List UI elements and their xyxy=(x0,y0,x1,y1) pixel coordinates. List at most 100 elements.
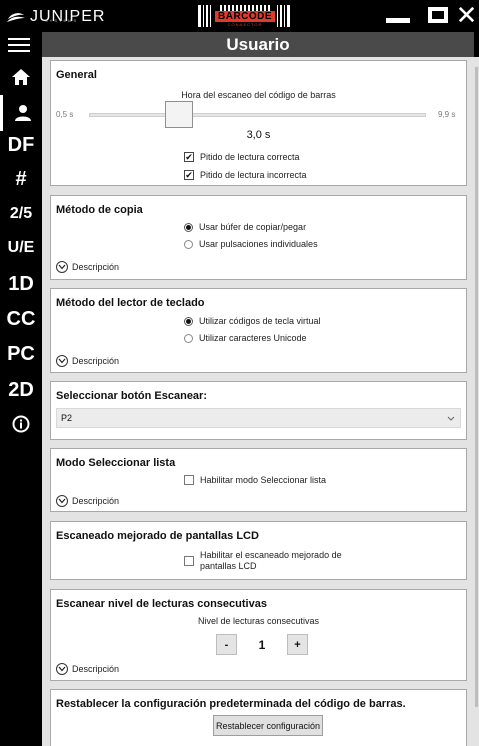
slider-max-label: 9,9 s xyxy=(438,110,456,119)
sidebar-item-2d[interactable]: 2D xyxy=(0,372,42,408)
virtual-key-label: Utilizar códigos de tecla virtual xyxy=(199,316,321,326)
info-icon xyxy=(12,415,30,433)
checkbox-unchecked-icon xyxy=(184,475,194,485)
title-bar: JUNIPER SYSTEMS BARCODE CONNECTOR ✕ xyxy=(0,0,479,32)
unicode-radio[interactable]: Utilizar caracteres Unicode xyxy=(184,333,307,343)
checkbox-checked-icon: ✔ xyxy=(184,169,194,180)
checkbox-unchecked-icon xyxy=(184,556,194,566)
sidebar-item-hash[interactable]: # xyxy=(0,161,42,197)
sidebar-item-info[interactable] xyxy=(0,406,42,442)
sidebar: DF # 2/5 U/E 1D CC PC 2D xyxy=(0,57,42,746)
menu-icon[interactable] xyxy=(8,38,30,52)
chevron-down-icon xyxy=(56,261,68,273)
radio-selected-icon xyxy=(184,316,193,326)
chevron-down-icon xyxy=(56,355,68,367)
sidebar-item-df[interactable]: DF xyxy=(0,127,42,163)
keyboard-method-card: Método del lector de teclado Utilizar có… xyxy=(50,288,467,373)
bad-read-beep-label: Pitido de lectura incorrecta xyxy=(200,170,307,180)
bad-read-beep-checkbox[interactable]: ✔ Pitido de lectura incorrecta xyxy=(184,170,307,180)
chevron-down-icon xyxy=(447,416,455,421)
logo-subword: CONNECTOR xyxy=(227,22,263,27)
copy-method-title: Método de copia xyxy=(56,204,143,216)
checkbox-checked-icon: ✔ xyxy=(184,151,194,162)
good-read-beep-label: Pitido de lectura correcta xyxy=(200,152,300,162)
general-card: General Hora del escaneo del código de b… xyxy=(50,60,467,186)
list-mode-checkbox[interactable]: Habilitar modo Seleccionar lista xyxy=(184,475,326,485)
copy-buffer-radio[interactable]: Usar búfer de copiar/pegar xyxy=(184,222,306,232)
content-scrollbar[interactable] xyxy=(474,57,479,746)
keyboard-method-title: Método del lector de teclado xyxy=(56,297,205,309)
lcd-title: Escaneado mejorado de pantallas LCD xyxy=(56,530,259,542)
sidebar-item-cc[interactable]: CC xyxy=(0,301,42,337)
scan-time-slider-track[interactable] xyxy=(89,113,426,117)
user-icon xyxy=(14,105,31,121)
reset-card: Restablecer la configuración predetermin… xyxy=(50,689,467,746)
settings-content: General Hora del escaneo del código de b… xyxy=(42,57,474,746)
page-title: Usuario xyxy=(226,34,290,54)
barcode-connector-logo: BARCODE CONNECTOR xyxy=(198,4,296,28)
sidebar-item-upc-ean[interactable]: U/E xyxy=(0,230,42,266)
radio-unselected-icon xyxy=(184,239,193,249)
lcd-label-line1: Habilitar el escaneado mejorado de xyxy=(200,550,342,560)
sidebar-item-pc[interactable]: PC xyxy=(0,336,42,372)
brand-subtitle: SYSTEMS xyxy=(45,18,79,23)
scan-time-value: 3,0 s xyxy=(246,129,271,141)
copy-method-card: Método de copia Usar búfer de copiar/peg… xyxy=(50,195,467,280)
keyboard-description-toggle[interactable]: Descripción xyxy=(56,355,119,367)
barcode-bars-right xyxy=(277,5,292,27)
minimize-button[interactable] xyxy=(378,0,418,30)
scan-button-selected: P2 xyxy=(61,413,73,423)
sidebar-item-1d[interactable]: 1D xyxy=(0,266,42,302)
chevron-down-icon xyxy=(56,663,68,675)
description-label: Descripción xyxy=(72,262,120,272)
scan-time-label: Hora del escaneo del código de barras xyxy=(181,90,336,100)
decrement-button[interactable]: - xyxy=(216,634,237,655)
home-icon xyxy=(12,69,30,85)
keystrokes-label: Usar pulsaciones individuales xyxy=(199,239,318,249)
maximize-button[interactable] xyxy=(418,0,458,30)
copy-buffer-label: Usar búfer de copiar/pegar xyxy=(199,222,307,232)
logo-word: BARCODE xyxy=(215,11,276,22)
virtual-key-radio[interactable]: Utilizar códigos de tecla virtual xyxy=(184,316,321,326)
description-label: Descripción xyxy=(72,496,120,506)
scan-button-dropdown[interactable]: P2 xyxy=(56,408,461,428)
minimize-icon xyxy=(386,17,410,23)
maximize-icon xyxy=(428,7,448,23)
scan-button-card: Seleccionar botón Escanear: P2 xyxy=(50,381,467,440)
list-mode-card: Modo Seleccionar lista Habilitar modo Se… xyxy=(50,448,467,512)
scan-time-slider-thumb[interactable] xyxy=(165,101,193,128)
list-mode-title: Modo Seleccionar lista xyxy=(56,457,176,469)
consecutive-reads-card: Escanear nivel de lecturas consecutivas … xyxy=(50,589,467,681)
consecutive-reads-title: Escanear nivel de lecturas consecutivas xyxy=(56,598,267,610)
consecutive-level-stepper: - 1 + xyxy=(216,634,308,655)
sidebar-item-home[interactable] xyxy=(0,59,42,95)
close-button[interactable]: ✕ xyxy=(454,0,479,30)
description-label: Descripción xyxy=(72,664,120,674)
sidebar-item-user[interactable] xyxy=(0,95,42,131)
good-read-beep-checkbox[interactable]: ✔ Pitido de lectura correcta xyxy=(184,152,300,162)
unicode-label: Utilizar caracteres Unicode xyxy=(199,333,307,343)
juniper-mark-icon xyxy=(7,13,25,22)
chevron-down-icon xyxy=(56,495,68,507)
lcd-checkbox[interactable]: Habilitar el escaneado mejorado de panta… xyxy=(184,550,342,572)
radio-unselected-icon xyxy=(184,333,193,343)
reset-title: Restablecer la configuración predetermin… xyxy=(56,698,406,710)
brand-name: JUNIPER xyxy=(30,8,106,25)
list-mode-label: Habilitar modo Seleccionar lista xyxy=(200,475,327,485)
general-title: General xyxy=(56,69,97,81)
increment-button[interactable]: + xyxy=(287,634,308,655)
close-icon: ✕ xyxy=(455,0,478,30)
reset-configuration-button[interactable]: Restablecer configuración xyxy=(213,715,323,736)
copy-description-toggle[interactable]: Descripción xyxy=(56,261,119,273)
slider-min-label: 0,5 s xyxy=(56,110,74,119)
sidebar-item-2of5[interactable]: 2/5 xyxy=(0,196,42,232)
consecutive-level-value: 1 xyxy=(258,637,266,652)
list-mode-description-toggle[interactable]: Descripción xyxy=(56,495,119,507)
juniper-logo: JUNIPER xyxy=(6,5,105,29)
scan-button-title: Seleccionar botón Escanear: xyxy=(56,390,207,402)
scrollbar-thumb[interactable] xyxy=(475,67,478,707)
barcode-bars-left xyxy=(198,5,213,27)
keystrokes-radio[interactable]: Usar pulsaciones individuales xyxy=(184,239,318,249)
lcd-card: Escaneado mejorado de pantallas LCD Habi… xyxy=(50,521,467,580)
consecutive-description-toggle[interactable]: Descripción xyxy=(56,663,119,675)
